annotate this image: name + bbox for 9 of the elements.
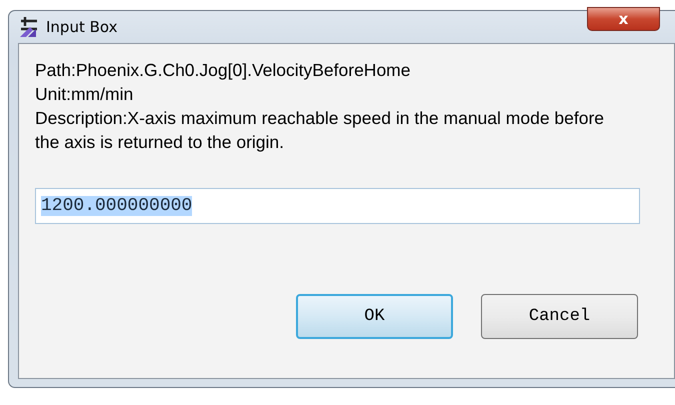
cancel-button[interactable]: Cancel <box>481 294 638 339</box>
info-text: Description:X-axis maximum reachable speed in the manual mode before the axis is returned to the origin. <box>35 107 606 154</box>
input-field[interactable]: 1200.000000000 <box>35 188 640 224</box>
info-text: Path:Phoenix.G.Ch0.Jog[0].VelocityBeforeHome <box>35 59 412 82</box>
window-title: Input Box <box>46 18 118 36</box>
ok-button[interactable]: OK <box>296 294 453 339</box>
close-button[interactable]: x <box>587 7 660 31</box>
app-logo-icon <box>18 16 40 38</box>
info-text: Unit:mm/min <box>35 83 134 106</box>
